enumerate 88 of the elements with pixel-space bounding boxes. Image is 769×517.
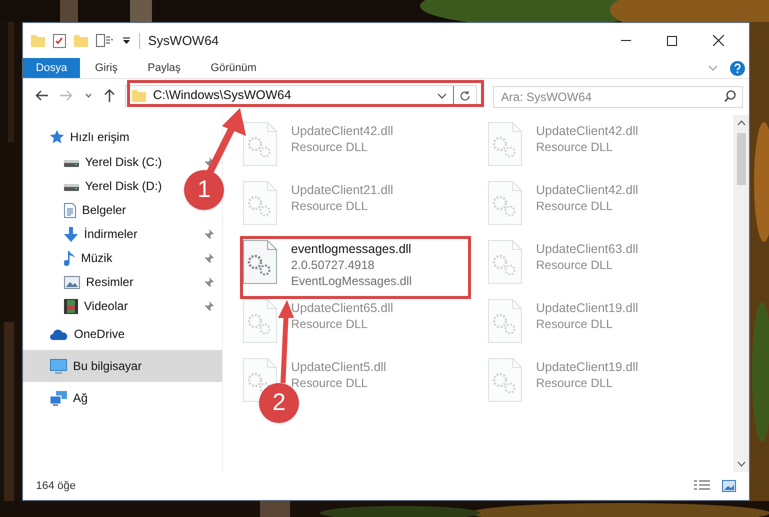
nav-item-label: Yerel Disk (C:) bbox=[85, 154, 162, 171]
file-name: UpdateClient42.dll bbox=[536, 123, 638, 139]
nav-item[interactable]: Müzik bbox=[62, 246, 112, 270]
file-name: eventlogmessages.dll bbox=[291, 241, 412, 257]
nav-item-label: Müzik bbox=[81, 250, 112, 267]
address-text: C:\Windows\SysWOW64 bbox=[153, 87, 292, 104]
back-arrow-icon[interactable] bbox=[35, 90, 48, 101]
address-bar[interactable]: C:\Windows\SysWOW64 bbox=[125, 84, 477, 106]
file-detail: EventLogMessages.dll bbox=[291, 273, 412, 289]
network-icon bbox=[50, 390, 67, 406]
search-icon[interactable] bbox=[724, 90, 736, 102]
file-name: UpdateClient19.dll bbox=[536, 359, 638, 375]
properties-icon[interactable] bbox=[96, 34, 114, 47]
nav-item[interactable]: Yerel Disk (C:) bbox=[62, 150, 162, 174]
chevron-icon[interactable] bbox=[85, 93, 92, 98]
nav-item-label: Bu bilgisayar bbox=[73, 358, 142, 375]
help-icon[interactable] bbox=[730, 60, 745, 76]
file-detail: Resource DLL bbox=[536, 198, 614, 214]
pin-icon[interactable] bbox=[204, 277, 214, 287]
nav-item-label: İndirmeler bbox=[84, 226, 138, 243]
search-field[interactable]: Ara: SysWOW64 bbox=[493, 86, 743, 108]
file-detail: 2.0.50727.4918 bbox=[291, 257, 376, 273]
nav-item[interactable]: Bu bilgisayar bbox=[23, 350, 222, 382]
nav-item-label: Hızlı erişim bbox=[70, 128, 130, 146]
nav-item-label: Resimler bbox=[86, 274, 134, 291]
file-name: UpdateClient21.dll bbox=[291, 182, 394, 198]
refresh-icon[interactable] bbox=[459, 90, 471, 102]
down-arrow-icon bbox=[64, 226, 78, 242]
scroll-up-icon[interactable] bbox=[736, 120, 746, 126]
details-view-icon[interactable] bbox=[694, 480, 710, 492]
file-detail: Resource DLL bbox=[291, 316, 369, 332]
nav-item[interactable]: OneDrive bbox=[48, 318, 125, 350]
nav-item[interactable]: Belgeler bbox=[62, 198, 126, 222]
film-icon bbox=[64, 298, 78, 314]
pin-icon[interactable] bbox=[204, 253, 214, 263]
close-icon bbox=[712, 35, 724, 46]
checklist-icon[interactable] bbox=[53, 34, 66, 48]
file-detail: Resource DLL bbox=[536, 257, 614, 273]
item-count: 164 öğe bbox=[36, 478, 76, 494]
nav-item[interactable]: Hızlı erişim bbox=[48, 123, 130, 150]
scroll-down-icon[interactable] bbox=[736, 461, 746, 467]
file-name: UpdateClient63.dll bbox=[536, 241, 638, 257]
forward-arrow-icon[interactable] bbox=[60, 90, 73, 101]
document-icon bbox=[64, 202, 76, 218]
dropdown-icon[interactable] bbox=[122, 36, 131, 44]
nav-item[interactable]: Yerel Disk (D:) bbox=[62, 174, 162, 198]
dll-file-icon[interactable] bbox=[243, 240, 277, 284]
nav-item-label: Yerel Disk (D:) bbox=[85, 178, 162, 195]
nav-item[interactable]: İndirmeler bbox=[62, 222, 138, 246]
ribbon-tab[interactable]: Görünüm bbox=[196, 58, 272, 78]
pin-icon[interactable] bbox=[204, 229, 214, 239]
ribbon-tab[interactable]: Paylaş bbox=[132, 58, 196, 78]
pin-icon[interactable] bbox=[204, 157, 214, 167]
monitor-icon bbox=[50, 358, 67, 374]
file-name: UpdateClient5.dll bbox=[291, 359, 386, 375]
file-detail: Resource DLL bbox=[291, 375, 369, 391]
up-arrow-icon[interactable] bbox=[104, 89, 115, 102]
nav-item-label: Videolar bbox=[84, 298, 128, 315]
tiles-view-icon[interactable] bbox=[722, 480, 736, 492]
window-title: SysWOW64 bbox=[148, 32, 219, 50]
minimize-icon bbox=[621, 40, 631, 41]
nav-item-label: Ağ bbox=[73, 390, 88, 407]
scroll-thumb[interactable] bbox=[736, 133, 746, 185]
ribbon-tab[interactable]: Dosya bbox=[23, 58, 80, 78]
file-detail: Resource DLL bbox=[536, 316, 614, 332]
file-name: UpdateClient65.dll bbox=[291, 300, 394, 316]
nav-item[interactable]: Ağ bbox=[48, 382, 88, 414]
nav-item[interactable]: Resimler bbox=[62, 270, 134, 294]
file-detail: Resource DLL bbox=[291, 139, 369, 155]
file-detail: Resource DLL bbox=[291, 198, 369, 214]
pin-icon[interactable] bbox=[204, 301, 214, 311]
maximize-icon bbox=[667, 36, 677, 46]
scrollbar[interactable] bbox=[733, 115, 749, 472]
file-name: UpdateClient19.dll bbox=[536, 300, 638, 316]
folder-icon bbox=[132, 90, 146, 102]
file-detail: Resource DLL bbox=[536, 139, 614, 155]
nav-item[interactable]: Videolar bbox=[62, 294, 128, 318]
cloud-icon bbox=[50, 328, 68, 340]
file-name: UpdateClient42.dll bbox=[291, 123, 394, 139]
picture-icon bbox=[64, 276, 80, 288]
ribbon-tab[interactable]: Giriş bbox=[80, 58, 133, 78]
dropdown-icon[interactable] bbox=[437, 92, 447, 98]
file-detail: Resource DLL bbox=[536, 375, 614, 391]
nav-item-label: OneDrive bbox=[74, 326, 125, 343]
star-icon bbox=[50, 130, 64, 144]
music-note-icon bbox=[64, 250, 75, 266]
nav-item-label: Belgeler bbox=[82, 202, 126, 219]
file-name: UpdateClient42.dll bbox=[536, 182, 638, 198]
